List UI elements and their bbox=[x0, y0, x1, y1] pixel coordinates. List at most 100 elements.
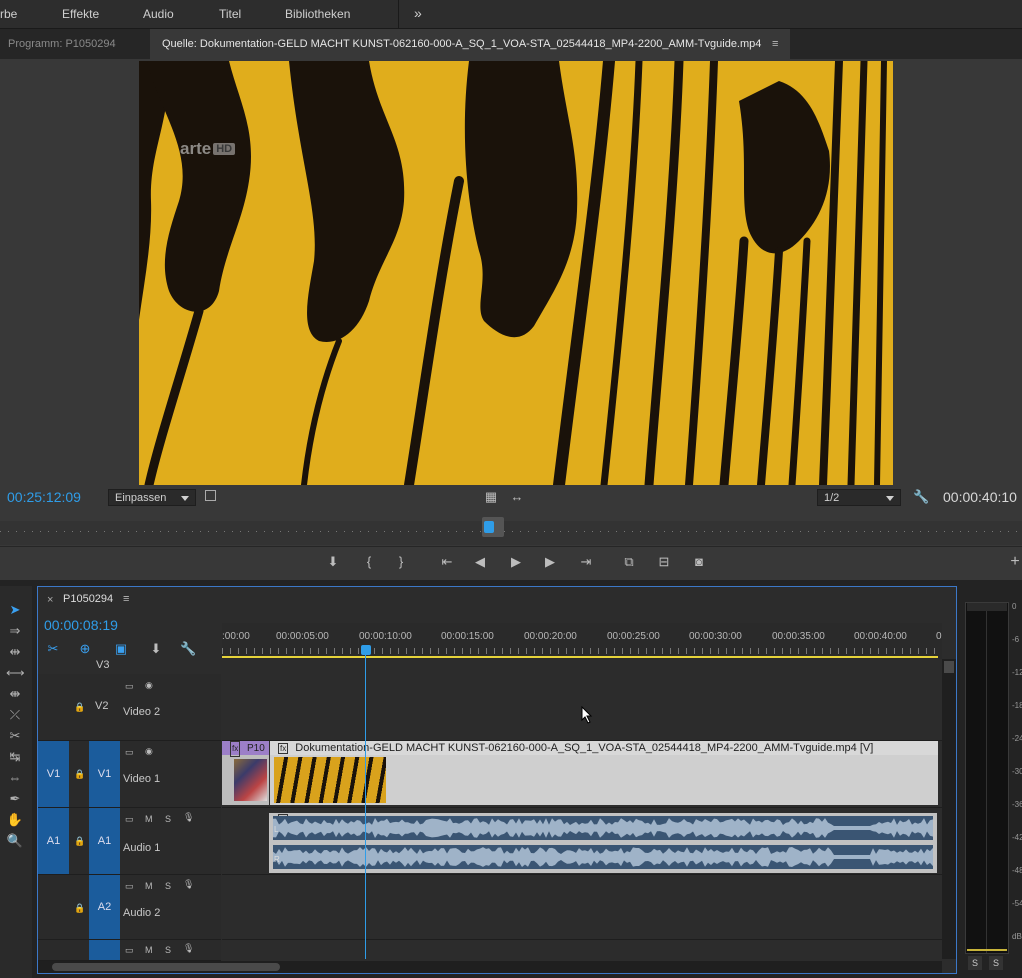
ripple-edit-tool-icon[interactable]: ⇹ bbox=[6, 644, 24, 660]
audio-clip[interactable]: fx L R bbox=[269, 813, 937, 873]
sequence-menu-icon[interactable]: ≡ bbox=[123, 593, 129, 605]
work-area-bar[interactable] bbox=[222, 656, 938, 658]
rolling-edit-tool-icon[interactable]: ⟷ bbox=[6, 665, 25, 681]
toggle-sync-lock-icon[interactable]: ▭ bbox=[125, 881, 134, 892]
tab-program-monitor[interactable]: Programm: P1050294 bbox=[0, 29, 146, 59]
eye-icon[interactable]: ◉ bbox=[145, 746, 153, 757]
track-target-a3[interactable] bbox=[89, 940, 120, 960]
snap-icon[interactable]: ✂ bbox=[46, 641, 60, 657]
track-lane-a1[interactable]: fx L R bbox=[222, 808, 942, 875]
microphone-icon[interactable]: 🎙 bbox=[183, 879, 194, 890]
menu-bibliotheken[interactable]: Bibliotheken bbox=[285, 7, 350, 21]
add-marker-icon[interactable]: ⬇ bbox=[326, 554, 340, 570]
pen-tool-icon[interactable]: ✒ bbox=[6, 791, 24, 807]
step-forward-icon[interactable]: ▶ bbox=[542, 554, 558, 570]
track-lane-a2[interactable] bbox=[222, 875, 942, 940]
wrench-icon[interactable]: 🔧 bbox=[913, 489, 929, 505]
solo-button[interactable]: S bbox=[165, 881, 171, 891]
solo-button[interactable]: S bbox=[165, 814, 171, 824]
timeline-ruler[interactable]: :00:00 00:00:05:00 00:00:10:00 00:00:15:… bbox=[222, 623, 942, 659]
solo-right-button[interactable]: S bbox=[989, 956, 1003, 970]
settings-toggle-icon[interactable] bbox=[205, 490, 216, 501]
tab-source-monitor[interactable]: Quelle: Dokumentation-GELD MACHT KUNST-0… bbox=[150, 29, 790, 59]
blade-tool-icon[interactable]: ✂ bbox=[6, 728, 24, 744]
sequence-tab[interactable]: P1050294 bbox=[63, 593, 113, 605]
mark-out-button[interactable]: } bbox=[394, 554, 408, 570]
current-timecode[interactable]: 00:25:12:09 bbox=[7, 489, 81, 505]
menu-audio[interactable]: Audio bbox=[143, 7, 174, 21]
insert-icon[interactable]: ⧉ bbox=[620, 554, 638, 570]
solo-button[interactable]: S bbox=[165, 945, 171, 955]
mute-button[interactable]: M bbox=[145, 945, 153, 955]
menu-titel[interactable]: Titel bbox=[219, 7, 241, 21]
camera-icon[interactable]: ◙ bbox=[690, 554, 708, 570]
hand-tool-icon[interactable]: ✋ bbox=[6, 812, 24, 828]
slip-tool-icon[interactable]: ↹ bbox=[6, 749, 24, 765]
timeline-settings-icon[interactable]: 🔧 bbox=[180, 641, 196, 657]
playhead-handle[interactable] bbox=[484, 521, 494, 533]
track-lane-v1[interactable]: fx P10 fx Dokumentation-GELD MACHT KUNST… bbox=[222, 741, 942, 808]
track-select-tool-icon[interactable]: ⇒ bbox=[6, 623, 24, 639]
microphone-icon[interactable]: 🎙 bbox=[183, 812, 194, 823]
zoom-dropdown[interactable]: Einpassen bbox=[108, 489, 196, 506]
selection-tool-icon[interactable]: ➤ bbox=[6, 602, 24, 618]
menu-farbe[interactable]: rbe bbox=[0, 7, 17, 21]
go-to-in-icon[interactable]: ⇤ bbox=[438, 554, 456, 570]
overwrite-icon[interactable]: ⊟ bbox=[655, 554, 673, 570]
lock-icon[interactable]: 🔒 bbox=[74, 702, 85, 713]
mute-button[interactable]: M bbox=[145, 814, 153, 824]
horizontal-scrollbar[interactable] bbox=[38, 961, 942, 973]
step-back-icon[interactable]: ◀ bbox=[472, 554, 488, 570]
mark-in-button[interactable]: { bbox=[362, 554, 376, 570]
menu-effekte[interactable]: Effekte bbox=[62, 7, 99, 21]
marker-icon[interactable]: ⬇ bbox=[149, 641, 163, 657]
solo-left-button[interactable]: S bbox=[968, 956, 982, 970]
add-button-icon[interactable]: + bbox=[1008, 554, 1022, 570]
meter-scale-label: -30 bbox=[1012, 767, 1022, 776]
resolution-dropdown[interactable]: 1/2 bbox=[817, 489, 901, 506]
toggle-sync-lock-icon[interactable]: ▭ bbox=[125, 814, 134, 825]
drag-video-icon[interactable]: ↔ bbox=[509, 489, 525, 505]
video-clip-label: Dokumentation-GELD MACHT KUNST-062160-00… bbox=[295, 742, 874, 754]
vertical-scrollbar[interactable] bbox=[942, 659, 956, 959]
clip-small[interactable]: fx P10 bbox=[222, 741, 269, 805]
sequence-timecode[interactable]: 00:00:08:19 bbox=[44, 617, 118, 633]
play-icon[interactable]: ▶ bbox=[508, 554, 524, 570]
toggle-sync-lock-icon[interactable]: ▭ bbox=[125, 747, 134, 758]
track-header-a2: ▭ M S 🎙 🔒 A2 Audio 2 bbox=[38, 875, 221, 940]
track-name-v2: Video 2 bbox=[123, 706, 161, 718]
track-target-a1[interactable]: A1 bbox=[89, 808, 120, 874]
close-sequence-icon[interactable]: × bbox=[47, 594, 53, 606]
video-clip[interactable]: fx Dokumentation-GELD MACHT KUNST-062160… bbox=[270, 741, 938, 805]
eye-icon[interactable]: ◉ bbox=[145, 680, 153, 691]
rate-stretch-tool-icon[interactable]: ⇼ bbox=[6, 686, 24, 702]
track-target-a2[interactable]: A2 bbox=[89, 875, 120, 939]
linked-selection-icon[interactable]: ⊕ bbox=[78, 641, 92, 657]
source-time-ruler[interactable] bbox=[0, 517, 1022, 545]
slide-tool-icon[interactable]: ⇔ bbox=[6, 770, 24, 786]
scrollbar-thumb[interactable] bbox=[944, 661, 954, 673]
panel-menu-icon[interactable]: ≡ bbox=[772, 29, 778, 59]
toggle-sync-lock-icon[interactable]: ▭ bbox=[125, 945, 134, 956]
video-frame[interactable] bbox=[139, 61, 893, 485]
microphone-icon[interactable]: 🎙 bbox=[183, 943, 194, 954]
lock-icon[interactable]: 🔒 bbox=[74, 903, 85, 914]
add-marker-sequence-icon[interactable]: ▣ bbox=[114, 641, 128, 657]
razor-tool-icon[interactable]: ⤫ bbox=[6, 707, 24, 723]
menu-overflow-icon[interactable]: » bbox=[414, 5, 422, 21]
playhead-handle[interactable] bbox=[361, 645, 371, 655]
source-patch-a1[interactable]: A1 bbox=[38, 808, 69, 874]
lock-icon[interactable]: 🔒 bbox=[74, 836, 85, 847]
waveform-l bbox=[273, 818, 933, 838]
zoom-tool-icon[interactable]: 🔍 bbox=[6, 833, 24, 849]
safe-margins-icon[interactable]: ▦ bbox=[484, 489, 498, 505]
menu-bar: rbe Effekte Audio Titel Bibliotheken » bbox=[0, 0, 1022, 29]
source-patch-v1[interactable]: V1 bbox=[38, 741, 69, 807]
toggle-sync-lock-icon[interactable]: ▭ bbox=[125, 681, 134, 692]
mute-button[interactable]: M bbox=[145, 881, 153, 891]
go-to-out-icon[interactable]: ⇥ bbox=[577, 554, 595, 570]
track-target-v1[interactable]: V1 bbox=[89, 741, 120, 807]
scrollbar-thumb[interactable] bbox=[52, 963, 280, 971]
meter-divider bbox=[986, 603, 987, 953]
lock-icon[interactable]: 🔒 bbox=[74, 769, 85, 780]
